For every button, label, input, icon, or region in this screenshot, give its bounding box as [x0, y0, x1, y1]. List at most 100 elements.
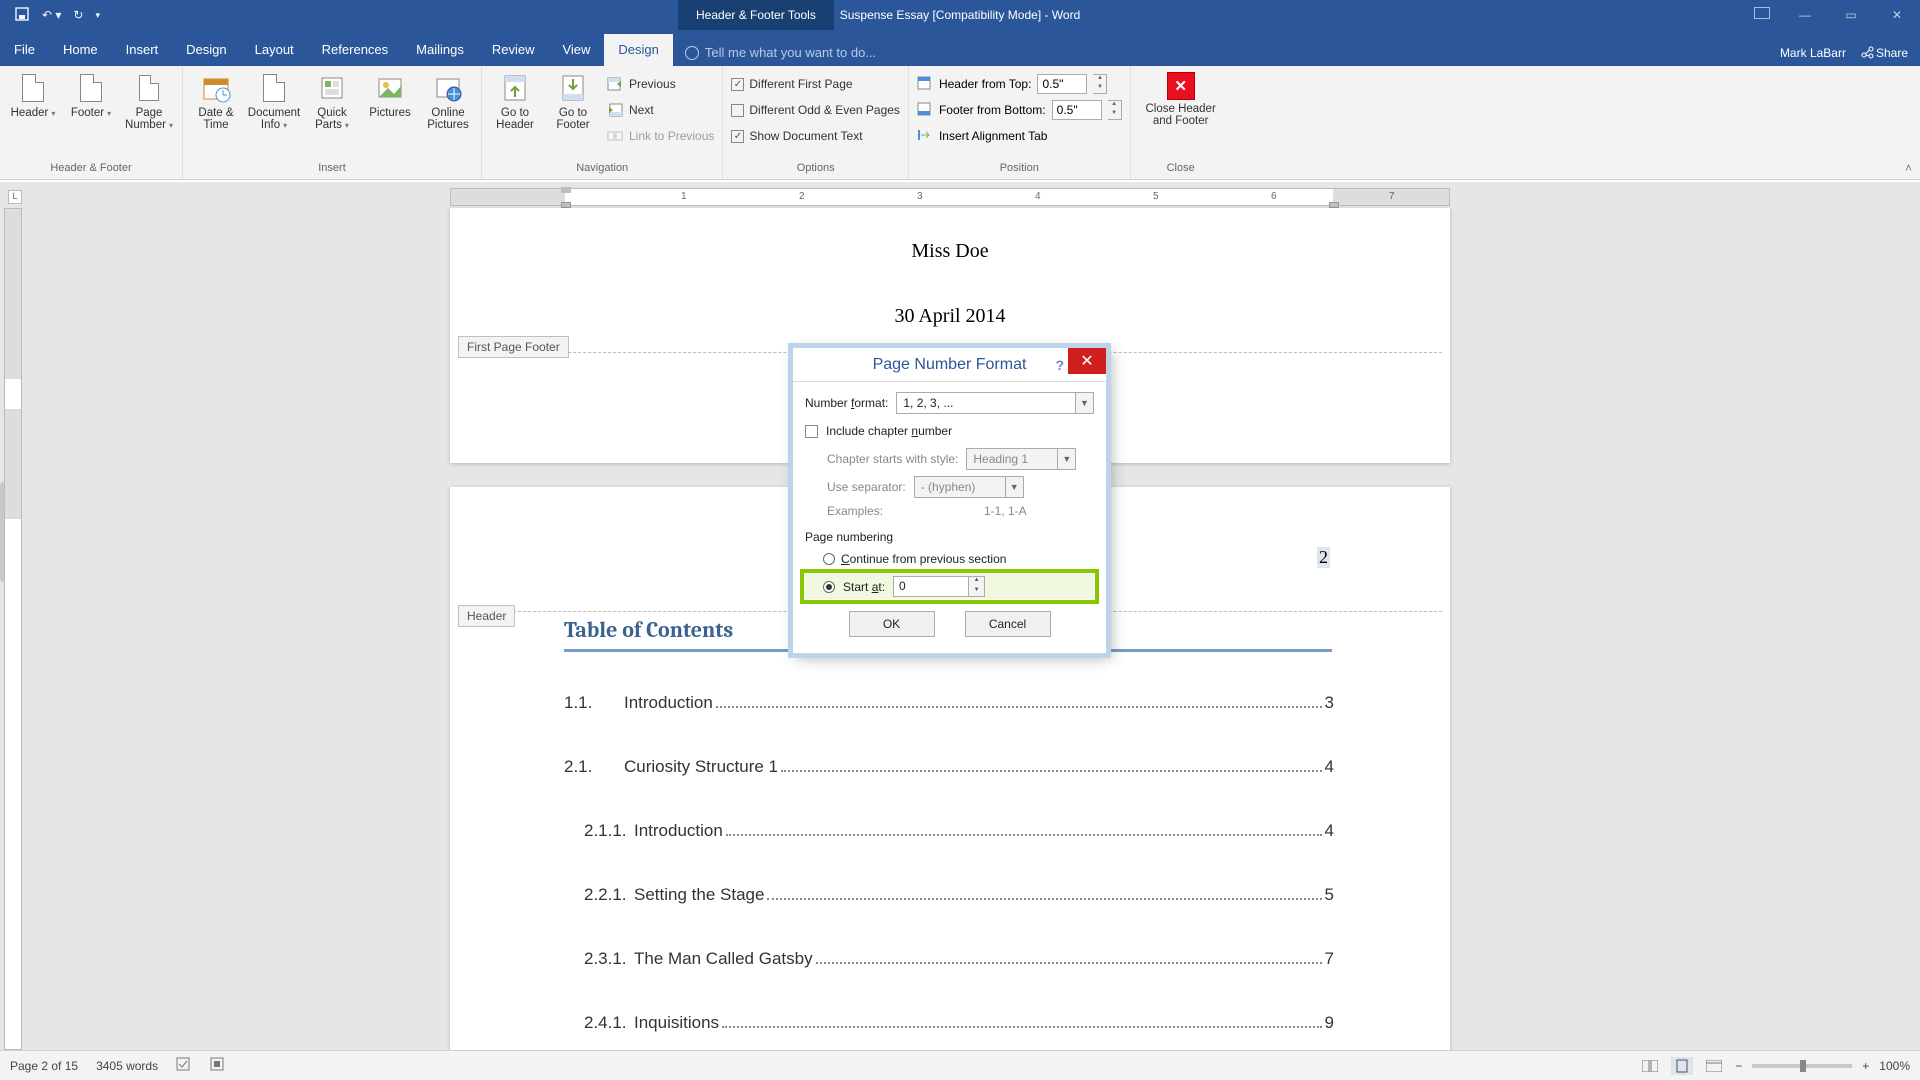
examples-value: 1-1, 1-A	[984, 504, 1094, 518]
number-format-combo[interactable]: 1, 2, 3, ...▼	[896, 392, 1094, 414]
document-info-button[interactable]: Document Info	[249, 72, 299, 131]
first-page-footer-label[interactable]: First Page Footer	[458, 336, 569, 358]
next-button[interactable]: Next	[606, 98, 714, 122]
zoom-slider[interactable]	[1752, 1064, 1852, 1068]
tab-file[interactable]: File	[0, 34, 49, 66]
page-number-button[interactable]: Page Number	[124, 72, 174, 131]
start-at-radio[interactable]	[823, 581, 835, 593]
vertical-ruler[interactable]	[4, 208, 22, 1050]
show-document-text-checkbox[interactable]: ✓Show Document Text	[731, 124, 900, 148]
toc-page: 4	[1325, 821, 1334, 841]
macro-record-icon[interactable]	[210, 1057, 224, 1074]
minimize-icon[interactable]: —	[1782, 0, 1828, 30]
header-from-top-field[interactable]: Header from Top:▲▼	[917, 72, 1122, 96]
tab-review[interactable]: Review	[478, 34, 549, 66]
page-number-format-dialog: Page Number Format ? ✕ Number format: 1,…	[792, 347, 1107, 654]
header-from-top-input[interactable]	[1037, 74, 1087, 94]
read-mode-icon[interactable]	[1639, 1057, 1661, 1075]
toc-number: 2.1.	[564, 757, 624, 777]
tab-hf-design[interactable]: Design	[604, 34, 672, 66]
tab-references[interactable]: References	[308, 34, 402, 66]
link-to-previous-button[interactable]: Link to Previous	[606, 124, 714, 148]
page-numbering-label: Page numbering	[805, 524, 1094, 548]
close-window-icon[interactable]: ✕	[1874, 0, 1920, 30]
toc-text: Introduction	[634, 821, 723, 841]
header-label[interactable]: Header	[458, 605, 515, 627]
pictures-button[interactable]: Pictures	[365, 72, 415, 119]
dialog-close-icon[interactable]: ✕	[1068, 348, 1106, 374]
tab-home[interactable]: Home	[49, 34, 112, 66]
toc-text: Inquisitions	[634, 1013, 719, 1033]
goto-footer-button[interactable]: Go to Footer	[548, 72, 598, 131]
tab-view[interactable]: View	[548, 34, 604, 66]
horizontal-ruler[interactable]: 1 2 3 4 5 6 7	[450, 188, 1450, 206]
start-at-row-highlight: Start at: 0 ▲▼	[805, 574, 1094, 599]
header-page-number[interactable]: 2	[1317, 547, 1330, 568]
tab-layout[interactable]: Layout	[241, 34, 308, 66]
header-button[interactable]: Header	[8, 72, 58, 119]
dialog-title-bar[interactable]: Page Number Format ? ✕	[793, 348, 1106, 382]
redo-icon[interactable]: ↻	[73, 8, 83, 22]
help-icon[interactable]: ?	[1055, 357, 1064, 373]
document-title: Suspense Essay [Compatibility Mode] - Wo…	[840, 8, 1081, 22]
page-indicator[interactable]: Page 2 of 15	[10, 1059, 78, 1073]
doc-date: 30 April 2014	[450, 263, 1450, 328]
tab-design[interactable]: Design	[172, 34, 240, 66]
share-button[interactable]: Share	[1860, 45, 1908, 60]
zoom-level[interactable]: 100%	[1879, 1059, 1910, 1073]
zoom-in-icon[interactable]: +	[1862, 1059, 1869, 1073]
online-pictures-button[interactable]: Online Pictures	[423, 72, 473, 131]
footer-button[interactable]: Footer	[66, 72, 116, 119]
maximize-icon[interactable]: ▭	[1828, 0, 1874, 30]
goto-header-button[interactable]: Go to Header	[490, 72, 540, 131]
first-line-indent-marker[interactable]	[561, 187, 571, 193]
chapter-sub-area: Chapter starts with style:Heading 1▼ Use…	[805, 448, 1094, 518]
different-odd-even-checkbox[interactable]: Different Odd & Even Pages	[731, 98, 900, 122]
word-count[interactable]: 3405 words	[96, 1059, 158, 1073]
previous-button[interactable]: Previous	[606, 72, 714, 96]
toc-number: 2.3.1.	[564, 949, 634, 969]
start-at-value[interactable]: 0	[894, 577, 968, 596]
chevron-down-icon[interactable]: ▼	[1075, 393, 1093, 413]
tell-me-search[interactable]: Tell me what you want to do...	[673, 45, 876, 60]
spin-up-icon[interactable]: ▲	[969, 577, 984, 587]
tab-insert[interactable]: Insert	[112, 34, 173, 66]
quick-parts-button[interactable]: Quick Parts	[307, 72, 357, 131]
ribbon-tabs: File Home Insert Design Layout Reference…	[0, 30, 1920, 66]
ok-button[interactable]: OK	[849, 611, 935, 637]
user-name[interactable]: Mark LaBarr	[1780, 46, 1846, 60]
tab-stop-indicator[interactable]: L	[8, 190, 22, 204]
spinner[interactable]: ▲▼	[1093, 74, 1107, 94]
tell-me-placeholder: Tell me what you want to do...	[705, 45, 876, 60]
spell-check-icon[interactable]	[176, 1057, 192, 1074]
toc-number: 2.2.1.	[564, 885, 634, 905]
include-chapter-checkbox[interactable]	[805, 425, 818, 438]
examples-label: Examples:	[827, 504, 883, 518]
undo-icon[interactable]: ↶ ▾	[42, 8, 61, 22]
print-layout-icon[interactable]	[1671, 1057, 1693, 1075]
cancel-button[interactable]: Cancel	[965, 611, 1051, 637]
doc-author: Miss Doe	[450, 208, 1450, 263]
footer-from-bottom-field[interactable]: Footer from Bottom:▲▼	[917, 98, 1122, 122]
different-first-page-checkbox[interactable]: ✓Different First Page	[731, 72, 900, 96]
qat-customize-icon[interactable]: ▾	[95, 10, 100, 21]
date-time-button[interactable]: Date & Time	[191, 72, 241, 131]
web-layout-icon[interactable]	[1703, 1057, 1725, 1075]
tab-mailings[interactable]: Mailings	[402, 34, 478, 66]
insert-alignment-tab-button[interactable]: Insert Alignment Tab	[917, 124, 1122, 148]
start-at-spinner[interactable]: 0 ▲▼	[893, 576, 985, 597]
spinner[interactable]: ▲▼	[1108, 100, 1122, 120]
group-options: ✓Different First Page Different Odd & Ev…	[723, 66, 909, 179]
separator-label: Use separator:	[827, 480, 906, 494]
continue-previous-radio[interactable]: Continue from previous section	[805, 548, 1094, 570]
footer-from-bottom-input[interactable]	[1052, 100, 1102, 120]
collapse-ribbon-icon[interactable]: ˄	[1905, 161, 1912, 175]
spin-down-icon[interactable]: ▼	[969, 587, 984, 597]
ribbon-display-options-icon[interactable]	[1754, 7, 1770, 19]
toc-page: 3	[1325, 693, 1334, 713]
toc-number: 2.1.1.	[564, 821, 634, 841]
save-icon[interactable]	[14, 6, 30, 25]
close-header-footer-button[interactable]: ✕ Close Header and Footer	[1139, 72, 1223, 127]
toc-leader	[722, 1026, 1321, 1028]
zoom-out-icon[interactable]: −	[1735, 1059, 1742, 1073]
